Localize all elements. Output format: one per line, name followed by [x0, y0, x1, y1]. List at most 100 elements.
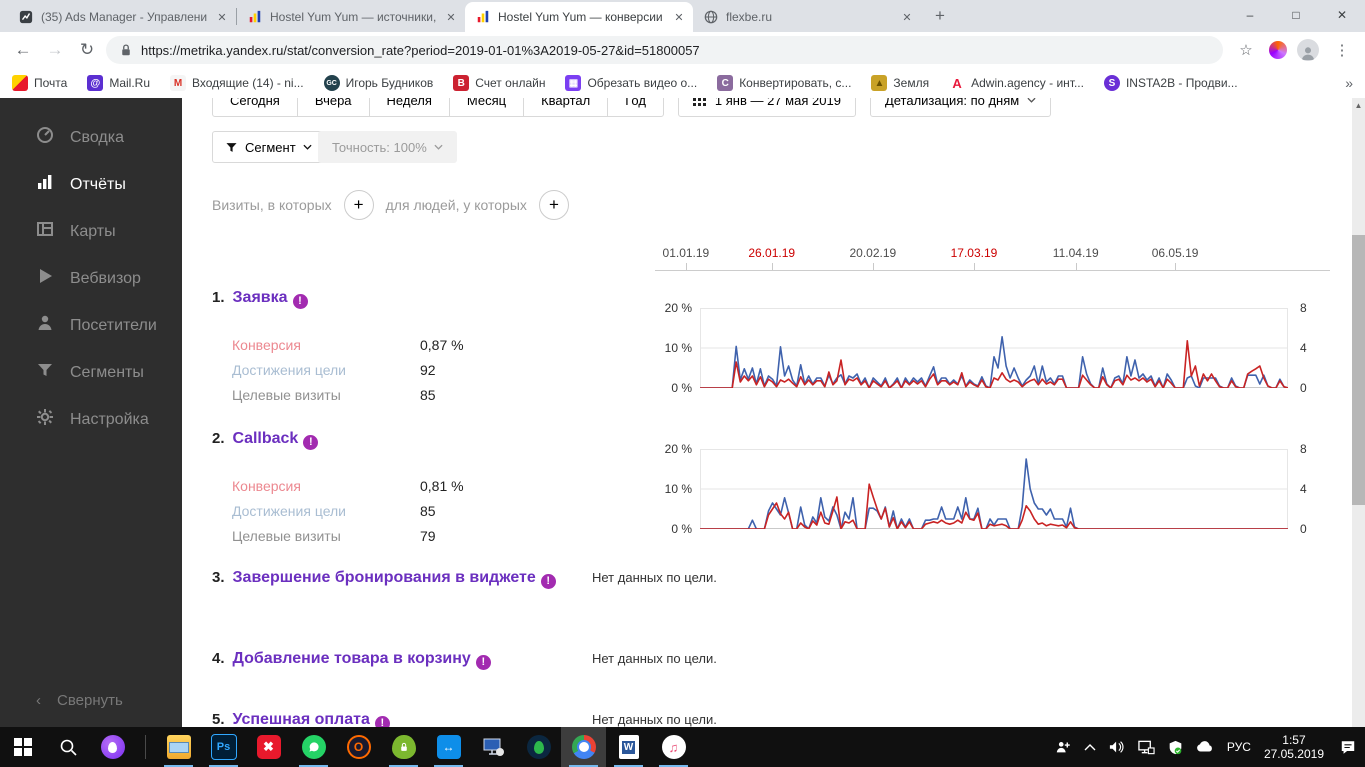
- y-tick-label: 0: [1300, 381, 1307, 395]
- add-visit-filter-button[interactable]: +: [343, 190, 374, 220]
- back-icon[interactable]: ←: [10, 37, 36, 63]
- goal-title-link[interactable]: Добавление товара в корзину!: [233, 649, 491, 670]
- taskbar-orange-ring-app[interactable]: O: [336, 727, 381, 767]
- antivirus-shield-icon[interactable]: [1168, 740, 1183, 755]
- taskbar-green-lock-app[interactable]: [381, 727, 426, 767]
- people-icon[interactable]: [1055, 739, 1071, 755]
- bookmark-gmail[interactable]: M Входящие (14) - ni...: [170, 75, 304, 91]
- tab-close-icon[interactable]: ✕: [671, 9, 687, 25]
- sidebar-item-person[interactable]: Посетители: [0, 302, 182, 349]
- menu-kebab-icon[interactable]: ⋮: [1329, 37, 1355, 63]
- scrollbar-thumb[interactable]: [1352, 235, 1365, 505]
- tab-3[interactable]: Hostel Yum Yum — конверсии - ✕: [465, 2, 693, 32]
- taskbar-file-explorer[interactable]: [156, 727, 201, 767]
- taskbar-word[interactable]: W: [606, 727, 651, 767]
- tab-close-icon[interactable]: ✕: [899, 9, 915, 25]
- extension-icon[interactable]: [1269, 41, 1287, 59]
- segment-button[interactable]: Сегмент: [212, 131, 325, 163]
- period-button-квартал[interactable]: Квартал: [523, 98, 609, 117]
- taskbar-chrome[interactable]: [561, 727, 606, 767]
- sidebar-item-funnel[interactable]: Сегменты: [0, 349, 182, 396]
- goal-title-link[interactable]: Заявка!: [233, 288, 308, 309]
- goal-info-badge-icon[interactable]: !: [475, 654, 491, 670]
- taskbar-search-button[interactable]: [45, 727, 90, 767]
- bookmark-adwin[interactable]: A Adwin.agency - инт...: [949, 75, 1084, 91]
- chart-plot-area: [700, 308, 1289, 389]
- goal-info-badge-icon[interactable]: !: [303, 434, 319, 450]
- taskbar-teamviewer[interactable]: ↔: [426, 727, 471, 767]
- period-button-год[interactable]: Год: [607, 98, 664, 117]
- forward-icon[interactable]: →: [42, 37, 68, 63]
- url-omnibox[interactable]: https://metrika.yandex.ru/stat/conversio…: [106, 36, 1223, 64]
- bookmark-getcourse[interactable]: GC Игорь Будников: [323, 75, 433, 91]
- sidebar-item-play[interactable]: Вебвизор: [0, 255, 182, 302]
- clock[interactable]: 1:57 27.05.2019: [1264, 733, 1324, 761]
- maximize-button[interactable]: □: [1273, 0, 1319, 30]
- tab-close-icon[interactable]: ✕: [214, 9, 230, 25]
- taskbar-yandex-alice[interactable]: [90, 727, 135, 767]
- profile-avatar[interactable]: [1297, 39, 1319, 61]
- goal-title-link[interactable]: Успешная оплата!: [233, 710, 390, 727]
- taskbar-red-x-app[interactable]: ✖: [246, 727, 291, 767]
- bookmark-mailru[interactable]: @ Mail.Ru: [87, 75, 150, 91]
- bookmark-insta2b[interactable]: S INSTA2B - Продви...: [1103, 75, 1238, 91]
- chart-right-axis: 8 4 0: [1288, 301, 1322, 395]
- tab-4[interactable]: flexbe.ru ✕: [693, 2, 921, 32]
- page-scrollbar[interactable]: ▲: [1352, 98, 1365, 727]
- window-controls: – □ ✕: [1227, 0, 1365, 32]
- itunes-icon: ♫: [661, 735, 686, 759]
- period-button-сегодня[interactable]: Сегодня: [212, 98, 298, 117]
- sidebar-collapse-button[interactable]: ‹ Свернуть: [36, 692, 123, 709]
- bookmark-schet-online[interactable]: В Счет онлайн: [453, 75, 545, 91]
- volume-icon[interactable]: [1109, 740, 1125, 754]
- yandex-alice-icon: [100, 735, 125, 759]
- tab-close-icon[interactable]: ✕: [443, 9, 459, 25]
- goal-title-link[interactable]: Завершение бронирования в виджете!: [233, 568, 556, 589]
- language-indicator[interactable]: РУС: [1227, 740, 1251, 754]
- detail-button[interactable]: Детализация: по дням: [869, 98, 1052, 117]
- period-button-неделя[interactable]: Неделя: [368, 98, 450, 117]
- goal-info-badge-icon[interactable]: !: [374, 715, 390, 727]
- taskbar-remote-desktop[interactable]: [471, 727, 516, 767]
- bookmark-label: Обрезать видео о...: [587, 76, 698, 90]
- bookmarks-overflow-icon[interactable]: »: [1345, 75, 1353, 91]
- taskbar-start-button[interactable]: [0, 727, 45, 767]
- goal-info-badge-icon[interactable]: !: [292, 293, 308, 309]
- period-button-вчера[interactable]: Вчера: [296, 98, 370, 117]
- scrollbar-up-arrow[interactable]: ▲: [1352, 101, 1365, 110]
- period-button-месяц[interactable]: Месяц: [448, 98, 525, 117]
- network-icon[interactable]: [1138, 740, 1155, 755]
- sidebar-item-gauge[interactable]: Сводка: [0, 114, 182, 161]
- new-tab-button[interactable]: +: [927, 3, 953, 29]
- bookmark-zemlya[interactable]: ▲ Земля: [871, 75, 929, 91]
- goal-title-link[interactable]: Callback!: [233, 429, 319, 450]
- taskbar-photoshop[interactable]: Ps: [201, 727, 246, 767]
- bookmark-yandex-mail[interactable]: Почта: [12, 75, 67, 91]
- taskbar-dark-egg-app[interactable]: [516, 727, 561, 767]
- sidebar-item-gear[interactable]: Настройка: [0, 396, 182, 443]
- tab-1[interactable]: (35) Ads Manager - Управление ✕: [8, 2, 236, 32]
- close-button[interactable]: ✕: [1319, 0, 1365, 30]
- play-icon: [36, 267, 54, 290]
- add-people-filter-button[interactable]: +: [538, 190, 569, 220]
- stat-label-conv: Конверсия: [232, 336, 301, 353]
- reload-icon[interactable]: ↻: [74, 37, 100, 63]
- tray-chevron-up-icon[interactable]: [1084, 743, 1096, 751]
- accuracy-button[interactable]: Точность: 100%: [318, 131, 457, 163]
- goal-chart: 20 % 10 % 0 % 8 4 0: [660, 301, 1322, 395]
- minimize-button[interactable]: –: [1227, 0, 1273, 30]
- onedrive-cloud-icon[interactable]: [1196, 741, 1214, 753]
- action-center-icon[interactable]: [1337, 740, 1359, 755]
- bookmark-video-crop[interactable]: ▦ Обрезать видео о...: [565, 75, 697, 91]
- tab-2[interactable]: Hostel Yum Yum — источники, с ✕: [237, 2, 465, 32]
- taskbar-whatsapp[interactable]: [291, 727, 336, 767]
- bookmark-star-icon[interactable]: ☆: [1233, 37, 1259, 63]
- sidebar-item-bars[interactable]: Отчёты: [0, 161, 182, 208]
- date-range-button[interactable]: 1 янв — 27 мая 2019: [677, 98, 856, 117]
- goal-info-badge-icon[interactable]: !: [540, 573, 556, 589]
- taskbar-itunes[interactable]: ♫: [651, 727, 696, 767]
- detail-label: Детализация: по дням: [884, 98, 1020, 108]
- bookmark-converter[interactable]: C Конвертировать, с...: [717, 75, 851, 91]
- sidebar-item-layout[interactable]: Карты: [0, 208, 182, 255]
- sidebar-item-label: Вебвизор: [70, 269, 141, 287]
